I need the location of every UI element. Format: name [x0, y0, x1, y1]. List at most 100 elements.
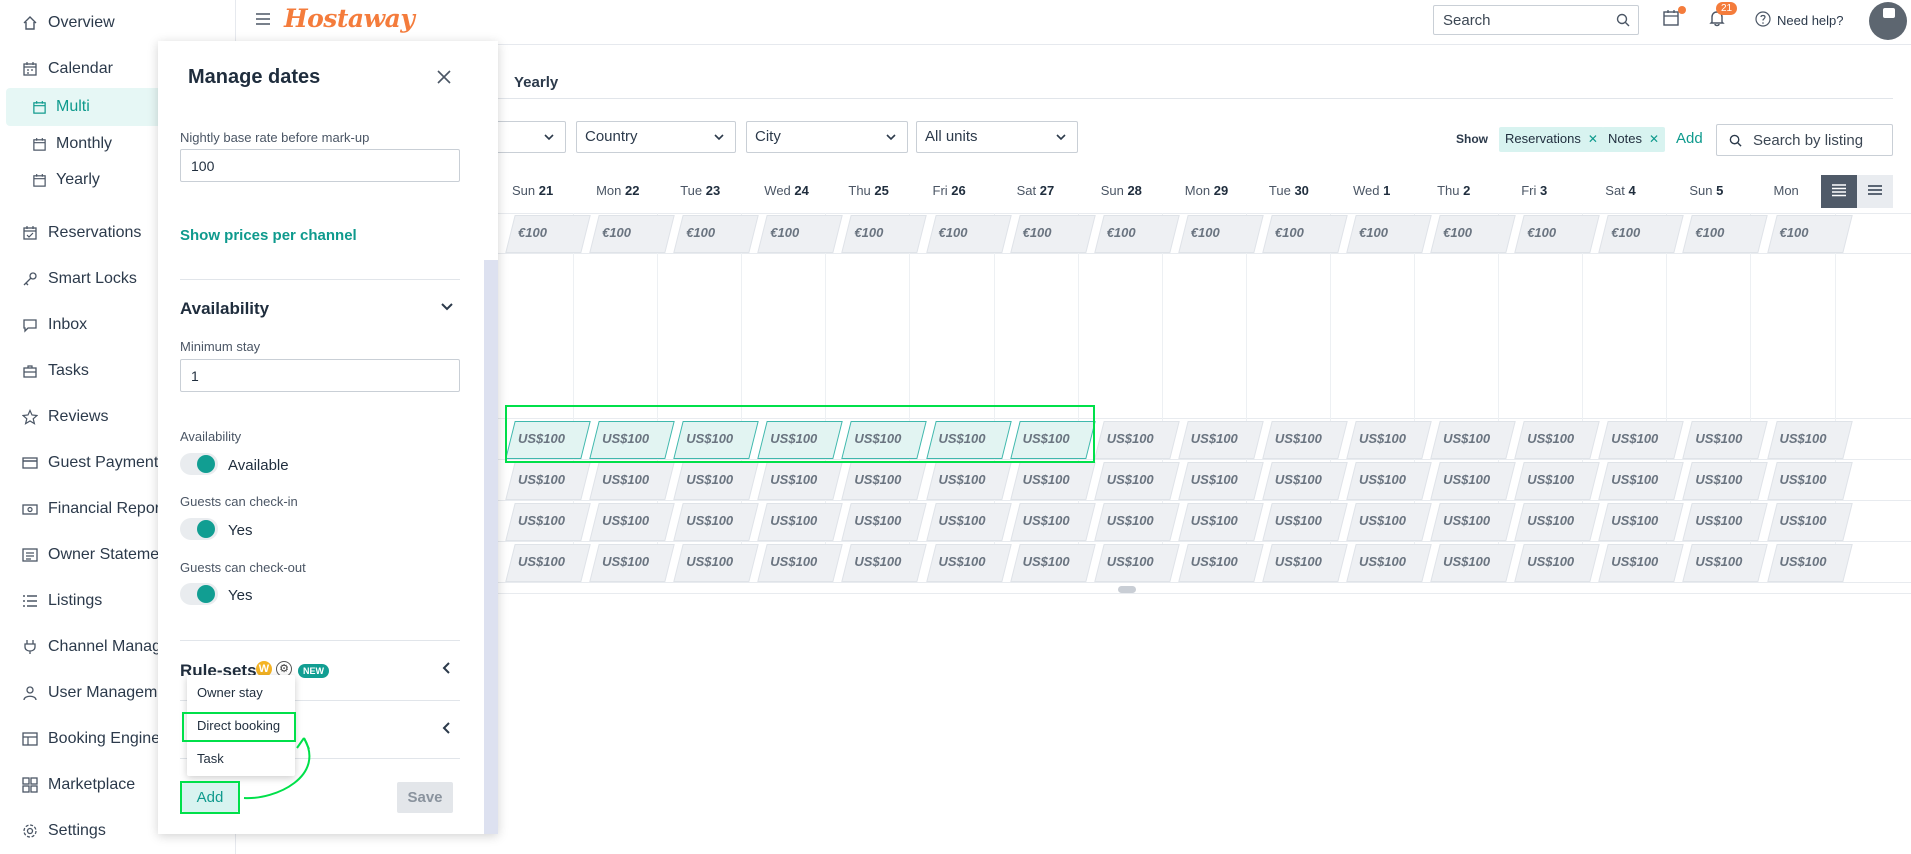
- notification-badge: 21: [1716, 2, 1738, 15]
- price-label: US$100: [518, 513, 565, 528]
- price-label: US$100: [1190, 431, 1238, 446]
- city-select[interactable]: City: [746, 121, 908, 153]
- close-icon[interactable]: ✕: [1588, 132, 1598, 146]
- min-stay-label: Minimum stay: [180, 339, 261, 354]
- add-filter-link[interactable]: Add: [1676, 130, 1703, 147]
- chevron-left-icon[interactable]: [440, 661, 454, 679]
- checkout-value: Yes: [228, 587, 253, 604]
- tab-yearly[interactable]: Yearly: [514, 74, 558, 91]
- chat-icon: [21, 316, 39, 334]
- price-label: US$100: [938, 554, 986, 569]
- chevron-left-icon[interactable]: [440, 721, 454, 739]
- sidebar-item-label: Overview: [48, 14, 115, 31]
- price-label: US$100: [1443, 513, 1491, 528]
- grid-line: [498, 500, 1911, 501]
- grid-line: [498, 593, 1911, 594]
- chevron-down-icon: [543, 130, 555, 147]
- day-of-week: Tue: [1268, 183, 1291, 198]
- home-icon: [21, 14, 39, 32]
- sidebar-item-overview[interactable]: Overview: [0, 4, 236, 42]
- price-label: €100: [770, 225, 800, 240]
- availability-toggle[interactable]: [180, 453, 218, 475]
- price-label: US$100: [770, 554, 818, 569]
- price-label: US$100: [770, 472, 818, 487]
- checkout-toggle[interactable]: [180, 583, 218, 605]
- checkout-label: Guests can check-out: [180, 560, 306, 575]
- panel-scrollbar[interactable]: [484, 260, 498, 834]
- show-prices-link[interactable]: Show prices per channel: [180, 227, 357, 244]
- select-value: All units: [925, 128, 978, 145]
- day-header: Tue 30: [1269, 183, 1309, 198]
- price-label: US$100: [1611, 554, 1659, 569]
- add-button-highlight: [180, 781, 240, 814]
- day-of-week: Wed: [764, 183, 791, 198]
- price-label: €100: [1695, 225, 1725, 240]
- close-icon[interactable]: [436, 69, 452, 89]
- checkin-toggle[interactable]: [180, 518, 218, 540]
- availability-section-title[interactable]: Availability: [180, 299, 269, 319]
- top-header: Hostaway Search 21 Need help?: [236, 0, 1911, 45]
- save-button[interactable]: Save: [397, 782, 453, 813]
- checkin-value: Yes: [228, 522, 253, 539]
- chevron-down-icon[interactable]: [440, 300, 454, 318]
- day-header: Tue 23: [680, 183, 720, 198]
- day-of-week: Sun: [1100, 183, 1124, 198]
- day-of-week: Sat: [1605, 183, 1625, 198]
- chip-reservations[interactable]: Reservations ✕: [1499, 127, 1604, 152]
- units-select[interactable]: All units: [916, 121, 1078, 153]
- menu-icon[interactable]: [254, 10, 274, 30]
- expanded-view-button[interactable]: [1857, 175, 1893, 208]
- day-header: Sat 4: [1605, 183, 1635, 198]
- price-label: US$100: [1527, 431, 1575, 446]
- day-of-week: Mon: [1184, 183, 1211, 198]
- price-label: US$100: [602, 472, 650, 487]
- divider: [180, 640, 460, 641]
- price-label: €100: [1274, 225, 1304, 240]
- plug-icon: [21, 638, 39, 656]
- calendar-icon: [30, 135, 48, 153]
- price-label: US$100: [1527, 554, 1575, 569]
- price-label: US$100: [1022, 513, 1070, 528]
- menu-item-task[interactable]: Task: [197, 751, 224, 766]
- calendar-icon[interactable]: [1662, 9, 1680, 31]
- nightly-rate-input[interactable]: 100: [180, 149, 460, 182]
- avatar[interactable]: [1869, 2, 1907, 40]
- price-label: €100: [1527, 225, 1557, 240]
- price-label: US$100: [1274, 554, 1322, 569]
- help-link[interactable]: Need help?: [1755, 11, 1844, 30]
- sidebar-item-label: Listings: [48, 592, 103, 609]
- question-icon: [1755, 11, 1771, 30]
- price-label: €100: [854, 225, 884, 240]
- user-icon: [21, 684, 39, 702]
- day-header: Thu 2: [1437, 183, 1470, 198]
- selection-highlight: [505, 405, 1095, 463]
- country-select[interactable]: Country: [576, 121, 736, 153]
- price-label: US$100: [1443, 554, 1491, 569]
- search-listing-input[interactable]: Search by listing: [1716, 124, 1893, 156]
- show-label: Show: [1456, 132, 1488, 146]
- price-label: US$100: [1779, 513, 1827, 528]
- price-label: €100: [938, 225, 968, 240]
- menu-item-owner-stay[interactable]: Owner stay: [197, 685, 263, 700]
- price-label: US$100: [1190, 554, 1238, 569]
- chip-label: Notes: [1608, 131, 1642, 146]
- chip-notes[interactable]: Notes ✕: [1602, 127, 1666, 152]
- calendar-icon: [21, 60, 39, 78]
- close-icon[interactable]: ✕: [1649, 132, 1659, 146]
- sidebar-item-label: Reservations: [48, 224, 142, 241]
- day-number: 29: [1213, 183, 1229, 198]
- chevron-down-icon: [885, 130, 897, 147]
- compact-view-button[interactable]: [1821, 175, 1857, 208]
- min-stay-input[interactable]: 1: [180, 359, 460, 392]
- day-number: 27: [1039, 183, 1055, 198]
- price-label: US$100: [1022, 472, 1070, 487]
- search-input[interactable]: Search: [1433, 5, 1639, 35]
- select-value: City: [755, 128, 781, 145]
- price-label: US$100: [686, 554, 734, 569]
- price-label: US$100: [1106, 513, 1154, 528]
- sidebar-item-label: User Managemen: [48, 684, 176, 701]
- price-label: €100: [1443, 225, 1473, 240]
- document-icon: [21, 546, 39, 564]
- horizontal-scrollbar[interactable]: [1118, 586, 1136, 593]
- day-header: Sun 21: [512, 183, 553, 198]
